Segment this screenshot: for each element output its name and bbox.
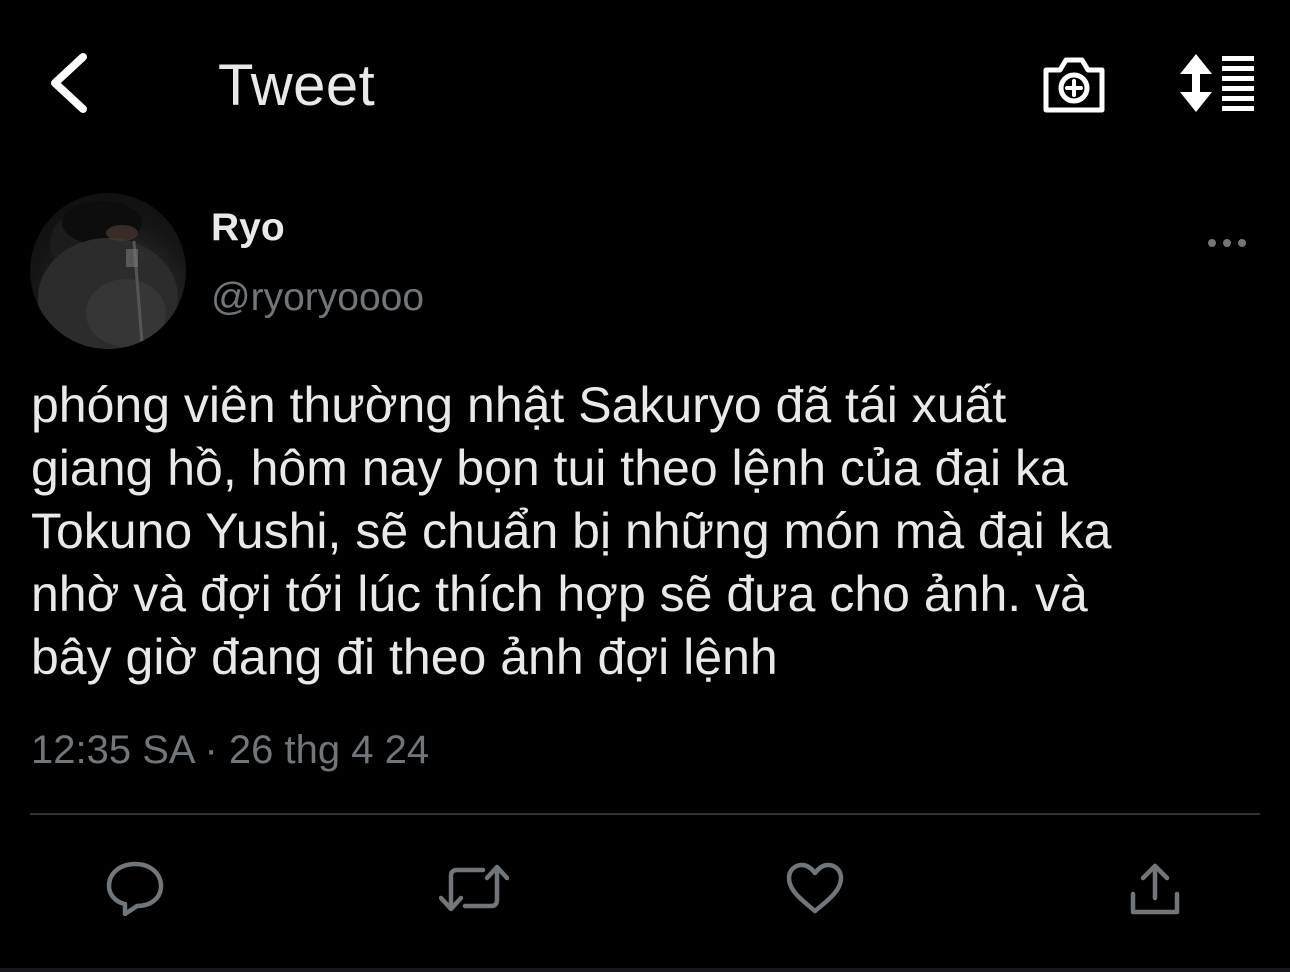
share-button[interactable] xyxy=(1115,850,1195,926)
divider xyxy=(30,813,1260,815)
retweet-icon xyxy=(439,864,509,912)
back-button[interactable] xyxy=(40,50,96,116)
avatar[interactable] xyxy=(30,193,186,349)
camera-plus-icon xyxy=(1043,57,1105,113)
more-dots-icon xyxy=(1208,239,1246,247)
chevron-left-icon xyxy=(51,53,87,113)
more-options-button[interactable] xyxy=(1200,226,1254,260)
author-name[interactable]: Ryo xyxy=(211,206,285,250)
top-bar: Tweet xyxy=(0,0,1290,170)
page-title: Tweet xyxy=(218,53,376,118)
share-icon xyxy=(1130,863,1180,915)
like-button[interactable] xyxy=(775,850,855,926)
reply-icon xyxy=(106,861,164,916)
author-handle[interactable]: @ryoryoooo xyxy=(211,276,424,320)
bottom-divider xyxy=(0,968,1290,972)
heart-icon xyxy=(786,862,844,914)
retweet-button[interactable] xyxy=(434,850,514,926)
sort-list-icon xyxy=(1180,54,1254,112)
tweet-timestamp: 12:35 SA · 26 thg 4 24 xyxy=(31,728,430,772)
user-avatar xyxy=(38,201,178,349)
tweet-text: phóng viên thường nhật Sakuryo đã tái xu… xyxy=(31,377,1112,685)
sort-button[interactable] xyxy=(1178,52,1258,114)
camera-button[interactable] xyxy=(1040,52,1108,116)
reply-button[interactable] xyxy=(95,850,175,926)
